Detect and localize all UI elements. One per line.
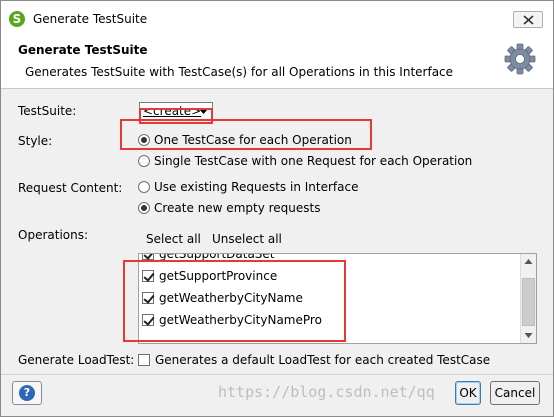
radio-button[interactable] xyxy=(138,134,150,146)
operation-name: getSupportDataSet xyxy=(159,253,275,261)
gear-icon xyxy=(504,43,536,75)
close-icon xyxy=(523,15,534,25)
generate-loadtest-checkbox-row[interactable]: Generates a default LoadTest for each cr… xyxy=(138,353,490,367)
radio-button[interactable] xyxy=(138,202,150,214)
generate-testsuite-dialog: S Generate TestSuite Generate TestSuite … xyxy=(0,0,554,417)
style-label: Style: xyxy=(18,134,53,148)
style-option-label: Single TestCase with one Request for eac… xyxy=(154,154,473,168)
chevron-down-icon xyxy=(199,109,208,114)
scroll-down-button[interactable] xyxy=(521,327,536,343)
soapui-icon: S xyxy=(9,11,25,27)
list-item[interactable]: getSupportProvince xyxy=(139,265,521,287)
operation-name: getWeatherbyCityNamePro xyxy=(159,313,322,327)
title-bar[interactable]: S Generate TestSuite xyxy=(1,1,553,37)
style-radio-one-testcase[interactable]: One TestCase for each Operation xyxy=(138,133,352,147)
dialog-header: Generate TestSuite Generates TestSuite w… xyxy=(1,37,553,89)
request-option-label: Use existing Requests in Interface xyxy=(154,180,359,194)
unselect-all-link[interactable]: Unselect all xyxy=(212,232,282,246)
request-content-label: Request Content: xyxy=(18,181,123,195)
window-title: Generate TestSuite xyxy=(33,12,148,26)
watermark-text: https://blog.csdn.net/qq xyxy=(218,383,435,401)
select-all-link[interactable]: Select all xyxy=(146,232,201,246)
list-item[interactable]: getSupportDataSet xyxy=(139,253,521,265)
ok-button[interactable]: OK xyxy=(455,381,481,405)
testsuite-select-value: <create> xyxy=(143,104,202,118)
arrow-down-icon xyxy=(524,333,533,338)
help-button[interactable]: ? xyxy=(12,381,42,405)
testsuite-label: TestSuite: xyxy=(18,104,77,118)
loadtest-checkbox[interactable] xyxy=(138,354,150,366)
testsuite-select[interactable]: <create> xyxy=(139,102,213,121)
operation-checkbox[interactable] xyxy=(142,292,154,304)
list-item[interactable]: getWeatherbyCityName xyxy=(139,287,521,309)
scroll-up-button[interactable] xyxy=(521,254,536,270)
help-icon: ? xyxy=(19,385,35,401)
cancel-button[interactable]: Cancel xyxy=(490,381,540,405)
loadtest-option-label: Generates a default LoadTest for each cr… xyxy=(155,353,491,367)
operation-name: getSupportProvince xyxy=(159,269,278,283)
request-option-label: Create new empty requests xyxy=(154,201,321,215)
header-description: Generates TestSuite with TestCase(s) for… xyxy=(25,65,454,79)
radio-button[interactable] xyxy=(138,181,150,193)
radio-button[interactable] xyxy=(138,155,150,167)
request-radio-empty[interactable]: Create new empty requests xyxy=(138,201,320,215)
footer-divider xyxy=(1,374,553,375)
style-option-label: One TestCase for each Operation xyxy=(154,133,352,147)
generate-loadtest-label: Generate LoadTest: xyxy=(18,353,135,367)
close-button[interactable] xyxy=(513,11,543,28)
operation-checkbox[interactable] xyxy=(142,270,154,282)
operations-list[interactable]: getSupportDataSet getSupportProvince get… xyxy=(138,253,537,344)
header-title: Generate TestSuite xyxy=(18,43,148,57)
vertical-scrollbar[interactable] xyxy=(520,254,536,343)
scrollbar-thumb[interactable] xyxy=(522,278,535,326)
arrow-up-icon xyxy=(524,259,533,264)
operation-name: getWeatherbyCityName xyxy=(159,291,303,305)
request-radio-existing[interactable]: Use existing Requests in Interface xyxy=(138,180,358,194)
operation-checkbox[interactable] xyxy=(142,254,154,260)
list-item[interactable]: getWeatherbyCityNamePro xyxy=(139,309,521,331)
operations-label: Operations: xyxy=(18,228,89,242)
operation-checkbox[interactable] xyxy=(142,314,154,326)
style-radio-single-testcase[interactable]: Single TestCase with one Request for eac… xyxy=(138,154,472,168)
